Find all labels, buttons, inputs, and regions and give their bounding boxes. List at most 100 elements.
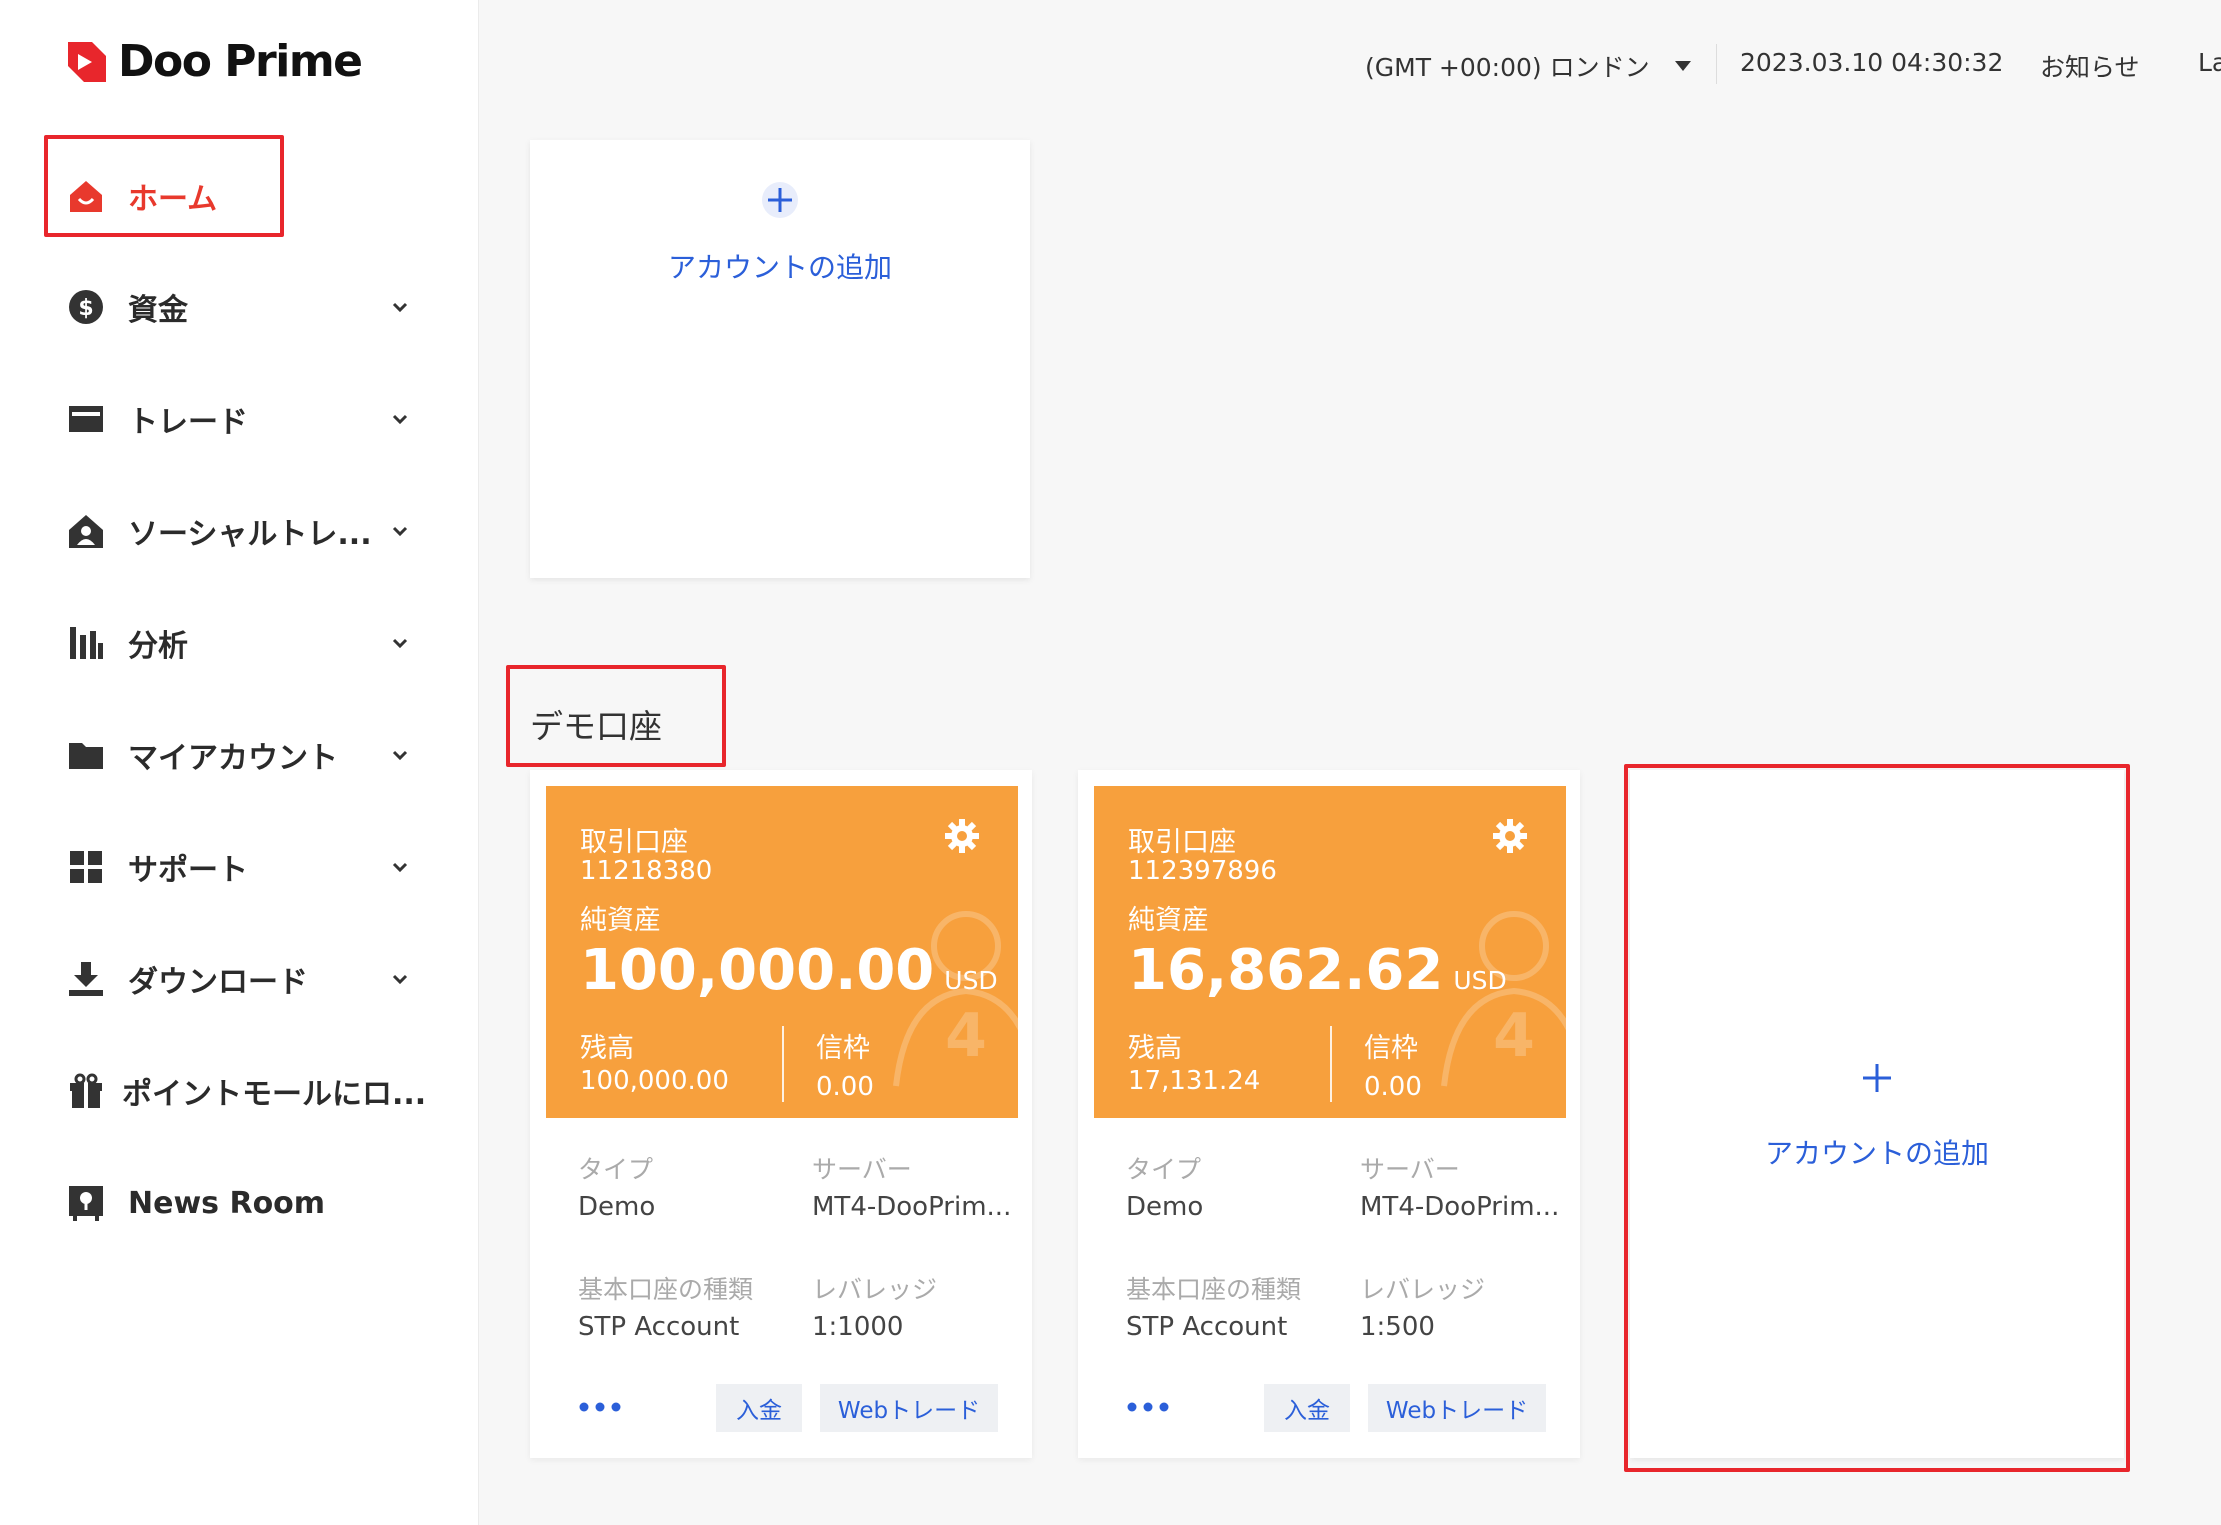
sidebar-item-label: ポイントモールにロ...: [122, 1077, 426, 1112]
type-key: タイプ: [578, 1155, 654, 1184]
balance-label: 残高: [580, 1033, 634, 1064]
deposit-button[interactable]: 入金: [1264, 1384, 1350, 1432]
add-demo-account-card[interactable]: アカウントの追加: [1630, 770, 2124, 1458]
sidebar: Doo Prime ホーム $ 資金 トレード ソーシャルトレ... 分析 マイ…: [0, 0, 479, 1525]
language-selector[interactable]: La: [2198, 48, 2221, 77]
chevron-down-icon[interactable]: [384, 291, 416, 323]
balance-value: 100,000.00: [580, 1066, 729, 1096]
base-account-type-value: STP Account: [1126, 1312, 1288, 1342]
sidebar-item-point-mall[interactable]: ポイントモールにロ...: [66, 1061, 426, 1121]
type-value: Demo: [1126, 1192, 1204, 1222]
sidebar-item-my-account[interactable]: マイアカウント: [66, 725, 426, 785]
bar-chart-icon: [66, 623, 106, 663]
demo-account-card: 4 取引口座 112397896 純資産 16,862.62 USD 残高 17,…: [1078, 770, 1580, 1458]
chevron-down-icon[interactable]: [384, 627, 416, 659]
notifications-link[interactable]: お知らせ: [2040, 48, 2140, 84]
gift-icon: [66, 1071, 106, 1111]
home-icon: [66, 176, 106, 216]
leverage-key: レバレッジ: [812, 1275, 938, 1304]
gear-icon[interactable]: [944, 818, 980, 854]
credit-label: 信枠: [1364, 1033, 1418, 1064]
sidebar-item-label: トレード: [128, 405, 248, 440]
account-type-title: 取引口座: [1128, 827, 1236, 858]
sidebar-item-home[interactable]: ホーム: [66, 166, 426, 226]
sidebar-item-analysis[interactable]: 分析: [66, 613, 426, 673]
credit-value: 0.00: [1364, 1072, 1422, 1102]
chevron-down-icon[interactable]: [384, 403, 416, 435]
account-number: 112397896: [1128, 856, 1277, 886]
equity-currency: USD: [1453, 966, 1507, 995]
more-options-icon[interactable]: [1126, 1398, 1170, 1412]
add-account-label: アカウントの追加: [667, 251, 892, 284]
credit-value: 0.00: [816, 1072, 874, 1102]
server-datetime: 2023.03.10 04:30:32: [1740, 48, 2004, 77]
demo-account-card: 4 取引口座 11218380 純資産 100,000.00 USD 残高 100…: [530, 770, 1032, 1458]
equity-value: 100,000.00 USD: [580, 938, 998, 1003]
server-key: サーバー: [812, 1155, 912, 1184]
sidebar-item-label: News Room: [128, 1185, 326, 1221]
more-options-icon[interactable]: [578, 1398, 622, 1412]
sidebar-item-support[interactable]: サポート: [66, 837, 426, 897]
doo-prime-logo-icon: [66, 40, 108, 84]
type-key: タイプ: [1126, 1155, 1202, 1184]
news-room-icon: [66, 1183, 106, 1223]
base-account-type-key: 基本口座の種類: [578, 1275, 754, 1304]
chevron-down-icon[interactable]: [384, 963, 416, 995]
chevron-down-icon[interactable]: [384, 851, 416, 883]
web-trade-button[interactable]: Webトレード: [1368, 1384, 1546, 1432]
account-number: 11218380: [580, 856, 713, 886]
social-house-icon: [66, 511, 106, 551]
svg-text:4: 4: [1493, 1001, 1535, 1071]
account-type-title: 取引口座: [580, 827, 688, 858]
grid-icon: [66, 847, 106, 887]
deposit-button[interactable]: 入金: [716, 1384, 802, 1432]
download-icon: [66, 959, 106, 999]
caret-down-icon[interactable]: [1673, 58, 1693, 72]
add-account-label: アカウントの追加: [1764, 1137, 1989, 1170]
server-value: MT4-DooPrim...: [1360, 1192, 1560, 1222]
equity-label: 純資産: [580, 905, 661, 936]
sidebar-item-label: マイアカウント: [128, 741, 338, 776]
sidebar-item-download[interactable]: ダウンロード: [66, 949, 426, 1009]
credit-label: 信枠: [816, 1033, 870, 1064]
base-account-type-key: 基本口座の種類: [1126, 1275, 1302, 1304]
server-key: サーバー: [1360, 1155, 1460, 1184]
timezone-selector[interactable]: (GMT +00:00) ロンドン: [1365, 48, 1650, 84]
sidebar-item-label: ダウンロード: [128, 965, 308, 1000]
sidebar-item-label: 分析: [128, 629, 188, 664]
sidebar-item-social-trade[interactable]: ソーシャルトレ...: [66, 501, 426, 561]
header-divider: [1716, 44, 1717, 84]
sidebar-item-label: 資金: [128, 293, 188, 328]
brand-name: Doo Prime: [118, 36, 363, 87]
leverage-value: 1:500: [1360, 1312, 1435, 1342]
account-summary-panel[interactable]: 4 取引口座 11218380 純資産 100,000.00 USD 残高 100…: [546, 786, 1018, 1118]
svg-text:4: 4: [945, 1001, 987, 1071]
head-divider: [1330, 1026, 1332, 1102]
sidebar-item-label: ホーム: [128, 182, 218, 217]
account-summary-panel[interactable]: 4 取引口座 112397896 純資産 16,862.62 USD 残高 17,…: [1094, 786, 1566, 1118]
add-icon: [1857, 1058, 1897, 1098]
sidebar-item-label: サポート: [128, 853, 248, 888]
equity-amount: 100,000.00: [580, 938, 935, 1003]
chevron-down-icon[interactable]: [384, 515, 416, 547]
base-account-type-value: STP Account: [578, 1312, 740, 1342]
equity-amount: 16,862.62: [1128, 938, 1444, 1003]
web-trade-button[interactable]: Webトレード: [820, 1384, 998, 1432]
sidebar-item-funds[interactable]: $ 資金: [66, 277, 426, 337]
equity-value: 16,862.62 USD: [1128, 938, 1507, 1003]
brand-logo[interactable]: Doo Prime: [66, 36, 363, 87]
demo-section-title: デモ口座: [530, 707, 662, 746]
sidebar-item-trade[interactable]: トレード: [66, 389, 426, 449]
svg-text:$: $: [78, 296, 93, 321]
equity-label: 純資産: [1128, 905, 1209, 936]
equity-currency: USD: [944, 966, 998, 995]
chevron-down-icon[interactable]: [384, 739, 416, 771]
gear-icon[interactable]: [1492, 818, 1528, 854]
add-icon: [760, 180, 800, 220]
sidebar-item-news-room[interactable]: News Room: [66, 1173, 426, 1233]
leverage-value: 1:1000: [812, 1312, 904, 1342]
balance-value: 17,131.24: [1128, 1066, 1261, 1096]
add-live-account-card[interactable]: アカウントの追加: [530, 140, 1030, 578]
folder-icon: [66, 735, 106, 775]
head-divider: [782, 1026, 784, 1102]
